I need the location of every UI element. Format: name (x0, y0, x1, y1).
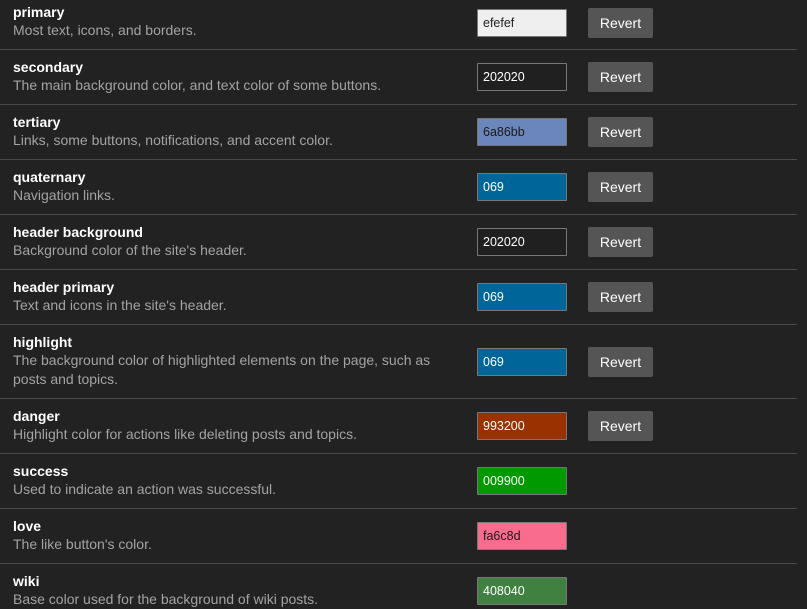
color-value-input[interactable] (477, 118, 567, 146)
color-row-tertiary: tertiary Links, some buttons, notificati… (0, 104, 797, 160)
revert-button[interactable]: Revert (588, 411, 653, 441)
color-row-header-background: header background Background color of th… (0, 214, 797, 270)
color-value-input[interactable] (477, 522, 567, 550)
color-description: Text and icons in the site's header. (13, 297, 227, 313)
color-name: secondary (13, 59, 84, 75)
color-name: primary (13, 4, 65, 20)
color-row-love: love The like button's color. (0, 508, 797, 564)
color-name: highlight (13, 334, 73, 350)
color-description: Background color of the site's header. (13, 242, 247, 258)
color-value-input[interactable] (477, 577, 567, 605)
color-row-success: success Used to indicate an action was s… (0, 453, 797, 509)
revert-button[interactable]: Revert (588, 117, 653, 147)
revert-button[interactable]: Revert (588, 172, 653, 202)
revert-button[interactable]: Revert (588, 347, 653, 377)
revert-button[interactable]: Revert (588, 8, 653, 38)
revert-button[interactable]: Revert (588, 227, 653, 257)
color-name: quaternary (13, 169, 86, 185)
color-value-input[interactable] (477, 173, 567, 201)
color-name: wiki (13, 573, 40, 589)
color-value-input[interactable] (477, 9, 567, 37)
revert-button[interactable]: Revert (588, 62, 653, 92)
color-row-primary: primary Most text, icons, and borders. R… (0, 0, 797, 50)
color-description: Links, some buttons, notifications, and … (13, 132, 333, 148)
color-description: The background color of highlighted elem… (13, 352, 431, 387)
color-row-quaternary: quaternary Navigation links. Revert (0, 159, 797, 215)
color-description: Most text, icons, and borders. (13, 22, 197, 38)
color-scheme-list: primary Most text, icons, and borders. R… (0, 0, 807, 609)
color-row-danger: danger Highlight color for actions like … (0, 398, 797, 454)
color-name: header primary (13, 279, 115, 295)
color-value-input[interactable] (477, 228, 567, 256)
color-name: tertiary (13, 114, 61, 130)
revert-button[interactable]: Revert (588, 282, 653, 312)
color-row-header-primary: header primary Text and icons in the sit… (0, 269, 797, 325)
color-name: header background (13, 224, 143, 240)
color-value-input[interactable] (477, 348, 567, 376)
color-description: Base color used for the background of wi… (13, 591, 319, 607)
color-row-highlight: highlight The background color of highli… (0, 324, 797, 399)
color-name: love (13, 518, 42, 534)
color-value-input[interactable] (477, 63, 567, 91)
color-value-input[interactable] (477, 283, 567, 311)
color-value-input[interactable] (477, 412, 567, 440)
color-description: Used to indicate an action was successfu… (13, 481, 277, 497)
color-row-wiki: wiki Base color used for the background … (0, 563, 797, 609)
color-name: success (13, 463, 69, 479)
color-name: danger (13, 408, 60, 424)
color-description: The like button's color. (13, 536, 152, 552)
color-row-secondary: secondary The main background color, and… (0, 49, 797, 105)
color-description: Highlight color for actions like deletin… (13, 426, 357, 442)
color-description: The main background color, and text colo… (13, 77, 382, 93)
color-value-input[interactable] (477, 467, 567, 495)
color-description: Navigation links. (13, 187, 115, 203)
